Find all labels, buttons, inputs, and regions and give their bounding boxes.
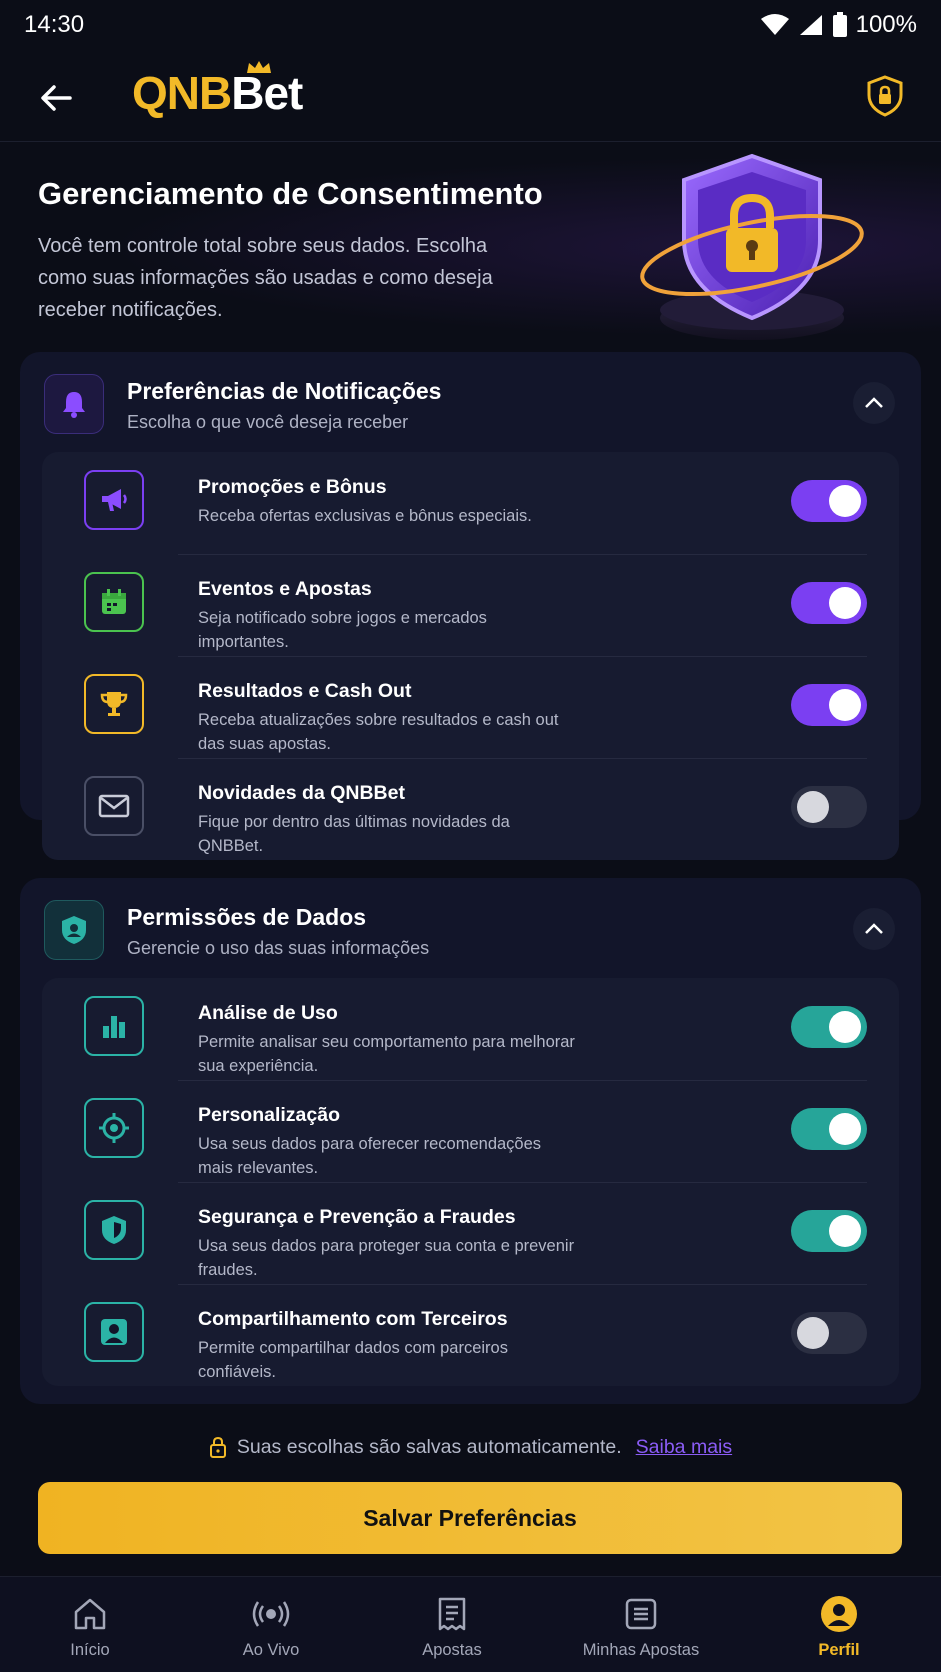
status-bar: 14:30 100% <box>0 0 941 50</box>
shield-user-icon <box>44 900 104 960</box>
chevron-up-icon <box>865 397 883 408</box>
app-bar: QNBBet <box>0 50 941 142</box>
autosave-text: Suas escolhas são salvas automaticamente… <box>236 1435 622 1458</box>
security-toggle[interactable] <box>791 1210 867 1252</box>
target-icon <box>84 1098 144 1158</box>
list-item: Eventos e Apostas Seja notificado sobre … <box>42 554 899 656</box>
list-item: Análise de Uso Permite analisar seu comp… <box>42 978 899 1080</box>
list-item: Compartilhamento com Terceiros Permite c… <box>42 1284 899 1386</box>
signal-icon <box>799 15 822 35</box>
back-arrow-icon[interactable] <box>36 78 76 118</box>
list-item: Novidades da QNBBet Fique por dentro das… <box>42 758 899 860</box>
item-title: Personalização <box>198 1104 340 1126</box>
megaphone-icon <box>84 470 144 530</box>
item-title: Compartilhamento com Terceiros <box>198 1308 508 1330</box>
item-description: Receba atualizações sobre resultados e c… <box>198 711 559 753</box>
section-title: Preferências de Notificações <box>127 378 442 404</box>
item-description: Fique por dentro das últimas novidades d… <box>198 813 510 855</box>
bottom-navigation: Início Ao Vivo Apostas Minhas Apostas Pe… <box>0 1576 941 1672</box>
third-party-sharing-toggle[interactable] <box>791 1312 867 1354</box>
shield-icon <box>84 1200 144 1260</box>
collapse-button[interactable] <box>853 908 895 950</box>
profile-icon <box>821 1596 857 1632</box>
calendar-icon <box>84 572 144 632</box>
status-time: 14:30 <box>24 11 85 38</box>
nav-item-bets[interactable]: Apostas <box>377 1577 527 1672</box>
security-shield-icon[interactable] <box>865 74 905 118</box>
bell-icon <box>44 374 104 434</box>
battery-icon <box>832 12 847 37</box>
item-description: Usa seus dados para oferecer recomendaçõ… <box>198 1135 542 1177</box>
data-permissions-section: Permissões de Dados Gerencie o uso das s… <box>20 878 921 1404</box>
section-header: Permissões de Dados Gerencie o uso das s… <box>20 878 921 978</box>
item-title: Resultados e Cash Out <box>198 680 412 702</box>
notification-list: Promoções e Bônus Receba ofertas exclusi… <box>42 452 899 860</box>
my-bets-icon <box>625 1598 657 1630</box>
battery-percent: 100% <box>855 11 917 38</box>
nav-label: Minhas Apostas <box>582 1641 700 1659</box>
nav-label: Início <box>70 1641 110 1659</box>
list-item: Resultados e Cash Out Receba atualizaçõe… <box>42 656 899 758</box>
section-header: Preferências de Notificações Escolha o q… <box>20 352 921 452</box>
chevron-up-icon <box>865 923 883 934</box>
item-description: Usa seus dados para proteger sua conta e… <box>198 1237 575 1279</box>
list-item: Segurança e Prevenção a Fraudes Usa seus… <box>42 1182 899 1284</box>
status-indicators: 100% <box>760 11 917 39</box>
home-icon <box>74 1598 106 1630</box>
nav-item-home[interactable]: Início <box>15 1577 165 1672</box>
trophy-icon <box>84 674 144 734</box>
usage-analysis-toggle[interactable] <box>791 1006 867 1048</box>
autosave-note: Suas escolhas são salvas automaticamente… <box>0 1432 941 1462</box>
save-preferences-button[interactable]: Salvar Preferências <box>38 1482 902 1554</box>
section-subtitle: Gerencie o uso das suas informações <box>127 938 430 958</box>
item-description: Receba ofertas exclusivas e bônus especi… <box>198 507 532 525</box>
item-title: Promoções e Bônus <box>198 476 387 498</box>
lock-icon <box>209 1436 226 1458</box>
nav-label: Perfil <box>818 1641 860 1659</box>
item-description: Permite compartilhar dados com parceiros… <box>198 1339 508 1381</box>
wifi-icon <box>760 14 789 35</box>
bar-chart-icon <box>84 996 144 1056</box>
shield-lock-illustration <box>640 153 864 340</box>
bet-slip-icon <box>438 1597 466 1631</box>
brand-logo: QNBBet <box>132 61 303 120</box>
mail-icon <box>84 776 144 836</box>
promotions-toggle[interactable] <box>791 480 867 522</box>
list-item: Promoções e Bônus Receba ofertas exclusi… <box>42 452 899 554</box>
section-title: Permissões de Dados <box>127 904 367 930</box>
nav-item-live[interactable]: Ao Vivo <box>196 1577 346 1672</box>
list-item: Personalização Usa seus dados para ofere… <box>42 1080 899 1182</box>
section-subtitle: Escolha o que você deseja receber <box>127 412 409 432</box>
page-description: Você tem controle total sobre seus dados… <box>38 235 493 321</box>
crown-icon <box>247 61 271 73</box>
permission-list: Análise de Uso Permite analisar seu comp… <box>42 978 899 1386</box>
nav-item-profile[interactable]: Perfil <box>764 1577 914 1672</box>
nav-label: Apostas <box>422 1641 482 1659</box>
item-description: Seja notificado sobre jogos e mercados i… <box>198 609 487 651</box>
item-title: Segurança e Prevenção a Fraudes <box>198 1206 516 1228</box>
item-title: Novidades da QNBBet <box>198 782 405 804</box>
item-title: Análise de Uso <box>198 1002 338 1024</box>
collapse-button[interactable] <box>853 382 895 424</box>
news-toggle[interactable] <box>791 786 867 828</box>
events-toggle[interactable] <box>791 582 867 624</box>
item-description: Permite analisar seu comportamento para … <box>198 1033 575 1075</box>
nav-label: Ao Vivo <box>242 1641 300 1659</box>
page-title: Gerenciamento de Consentimento <box>38 176 543 211</box>
personalization-toggle[interactable] <box>791 1108 867 1150</box>
notification-preferences-section: Preferências de Notificações Escolha o q… <box>20 352 921 860</box>
user-icon <box>84 1302 144 1362</box>
results-toggle[interactable] <box>791 684 867 726</box>
learn-more-link[interactable]: Saiba mais <box>636 1436 732 1459</box>
live-icon <box>252 1601 290 1627</box>
nav-item-my-bets[interactable]: Minhas Apostas <box>566 1577 716 1672</box>
consent-hero: Gerenciamento de Consentimento Você tem … <box>0 142 941 352</box>
item-title: Eventos e Apostas <box>198 578 372 600</box>
